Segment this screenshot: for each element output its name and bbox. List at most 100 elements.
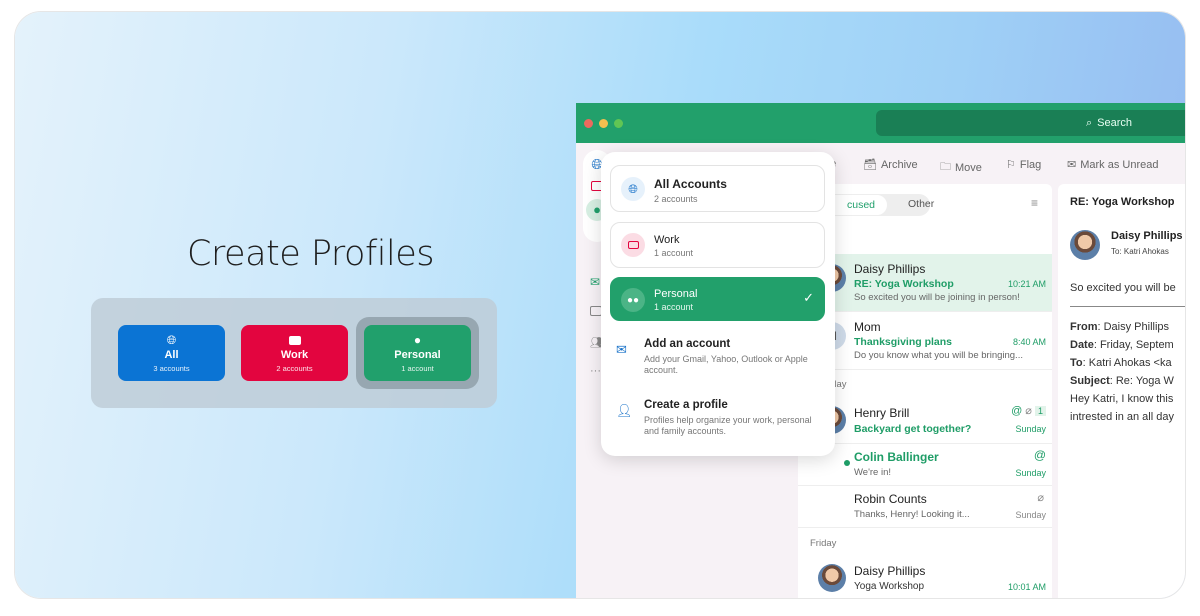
- message-row[interactable]: M Mom Thanksgiving plans 8:40 AM Do you …: [798, 312, 1052, 370]
- message-row[interactable]: Daisy Phillips Yoga Workshop 10:01 AM: [798, 556, 1052, 598]
- time: 10:21 AM: [1007, 279, 1046, 289]
- flag-icon: ⚐: [1006, 159, 1016, 171]
- toolbar-label: Flag: [1019, 158, 1042, 171]
- promo-frame: Create Profiles 🌐︎ All 3 accounts Work 2…: [15, 12, 1185, 598]
- date-label: Date: [1070, 339, 1094, 351]
- from-label: From: [1070, 321, 1098, 333]
- profile-work-button[interactable]: Work 2 accounts: [241, 325, 348, 381]
- globe-icon: 🌐︎: [621, 177, 645, 201]
- time: Sunday: [1015, 510, 1046, 520]
- reading-headers: From: Daisy Phillips Date: Friday, Septe…: [1070, 318, 1174, 426]
- briefcase-icon: [621, 233, 645, 257]
- preview: We're in!: [854, 467, 892, 478]
- check-icon: ✓: [803, 290, 814, 305]
- profile-label: Work: [280, 349, 309, 361]
- mark-unread-button[interactable]: ✉ Mark as Unread: [1067, 158, 1159, 172]
- account-work[interactable]: Work 1 account: [610, 222, 825, 268]
- action-title: Add an account: [644, 338, 731, 350]
- preview: Do you know what you will be bringing...: [854, 350, 1023, 361]
- time: 10:01 AM: [1007, 582, 1046, 592]
- envelope-plus-icon: ✉: [616, 342, 627, 357]
- tab-other[interactable]: Other: [908, 198, 934, 210]
- minimize-button[interactable]: [599, 119, 608, 128]
- create-profile-button[interactable]: 👤︎ Create a profile Profiles help organi…: [616, 399, 826, 439]
- attachment-icon: ⌀: [1037, 492, 1044, 504]
- toolbar-label: Move: [955, 161, 982, 174]
- preview: So excited you will be joining in person…: [854, 292, 1020, 303]
- message-row[interactable]: Robin Counts Thanks, Henry! Looking it..…: [798, 486, 1052, 528]
- action-desc: Profiles help organize your work, person…: [644, 415, 812, 436]
- subject-value: : Re: Yoga W: [1109, 375, 1174, 387]
- mention-icon: @ ⌀ 1: [1011, 404, 1046, 417]
- account-title: All Accounts: [654, 177, 727, 191]
- reading-to: To: Katri Ahokas: [1111, 247, 1169, 256]
- add-account-button[interactable]: ✉ Add an account Add your Gmail, Yahoo, …: [616, 338, 826, 378]
- move-button[interactable]: 🗀 Move: [940, 158, 982, 177]
- people-icon: ●●: [621, 288, 645, 312]
- action-desc: Add your Gmail, Yahoo, Outlook or Apple …: [644, 354, 808, 375]
- envelope-dot-icon: ✉: [1067, 159, 1077, 171]
- account-title: Work: [654, 234, 680, 246]
- section-header: Friday: [810, 538, 837, 549]
- mail-icon[interactable]: ✉: [590, 275, 600, 289]
- account-personal[interactable]: ●● Personal 1 account ✓: [610, 277, 825, 321]
- more-icon[interactable]: ···: [590, 365, 601, 377]
- profile-all-button[interactable]: 🌐︎ All 3 accounts: [118, 325, 225, 381]
- sender: Robin Counts: [854, 492, 927, 506]
- message-row[interactable]: Colin Ballinger We're in! @ Sunday: [798, 444, 1052, 486]
- profile-count: 2 accounts: [276, 364, 313, 373]
- message-list: cused Other ≡ y Daisy Phillips RE: Yoga …: [798, 184, 1052, 598]
- profile-label: All: [164, 349, 179, 361]
- toolbar-label: Mark as Unread: [1080, 158, 1159, 171]
- headline: Create Profiles: [187, 234, 435, 274]
- account-sub: 1 account: [654, 248, 694, 258]
- account-sub: 1 account: [654, 302, 694, 312]
- date-value: : Friday, Septem: [1093, 339, 1174, 351]
- profile-count: 1 account: [401, 364, 434, 373]
- action-title: Create a profile: [644, 399, 728, 411]
- filter-icon[interactable]: ≡: [1031, 196, 1038, 210]
- reading-body: So excited you will be: [1070, 282, 1176, 294]
- body-line: Hey Katri, I know this: [1070, 393, 1174, 405]
- account-sub: 2 accounts: [654, 194, 698, 204]
- profile-dropdown: 🌐︎ All Accounts 2 accounts Work 1 accoun…: [601, 152, 835, 456]
- archive-button[interactable]: 🗃︎ Archive: [863, 158, 918, 172]
- reading-sender: Daisy Phillips: [1111, 230, 1183, 242]
- unread-count-badge: 1: [1034, 406, 1046, 416]
- zoom-button[interactable]: [614, 119, 623, 128]
- briefcase-icon: [241, 333, 348, 347]
- time: Sunday: [1015, 424, 1046, 434]
- person-plus-icon: 👤︎: [616, 403, 633, 418]
- sender: Henry Brill: [854, 406, 910, 420]
- subject: Backyard get together?: [854, 423, 972, 435]
- account-title: Personal: [654, 288, 698, 300]
- archive-icon: 🗃︎: [863, 159, 877, 171]
- to-label: To: [1070, 357, 1083, 369]
- sender: Mom: [854, 320, 881, 334]
- globe-icon: 🌐︎: [166, 333, 177, 347]
- search-icon: ⌕: [1086, 116, 1093, 129]
- account-all[interactable]: 🌐︎ All Accounts 2 accounts: [610, 165, 825, 212]
- divider: [1070, 306, 1185, 307]
- reading-title: RE: Yoga Workshop: [1070, 196, 1175, 208]
- to-label: To:: [1111, 247, 1122, 256]
- message-row[interactable]: Henry Brill Backyard get together? @ ⌀ 1…: [798, 396, 1052, 444]
- toolbar-label: Archive: [880, 158, 918, 171]
- subject-label: Subject: [1070, 375, 1110, 387]
- profile-picker: 🌐︎ All 3 accounts Work 2 accounts ● Pers…: [91, 298, 497, 408]
- avatar: [1070, 230, 1100, 260]
- reading-pane: RE: Yoga Workshop Daisy Phillips To: Kat…: [1058, 184, 1185, 598]
- profile-count: 3 accounts: [153, 364, 190, 373]
- flag-button[interactable]: ⚐ Flag: [1006, 158, 1042, 172]
- time: Sunday: [1015, 468, 1046, 478]
- time: 8:40 AM: [1012, 337, 1046, 347]
- sender: Daisy Phillips: [854, 262, 926, 276]
- search-bar[interactable]: ⌕ Search: [876, 110, 1185, 136]
- from-value: : Daisy Phillips: [1097, 321, 1170, 333]
- subject: Thanksgiving plans: [854, 336, 953, 348]
- message-row[interactable]: Daisy Phillips RE: Yoga Workshop 10:21 A…: [798, 254, 1052, 312]
- body-line: intrested in an all day: [1070, 411, 1174, 423]
- close-button[interactable]: [584, 119, 593, 128]
- search-placeholder: Search: [1097, 117, 1133, 129]
- profile-personal-button[interactable]: ● Personal 1 account: [364, 325, 471, 381]
